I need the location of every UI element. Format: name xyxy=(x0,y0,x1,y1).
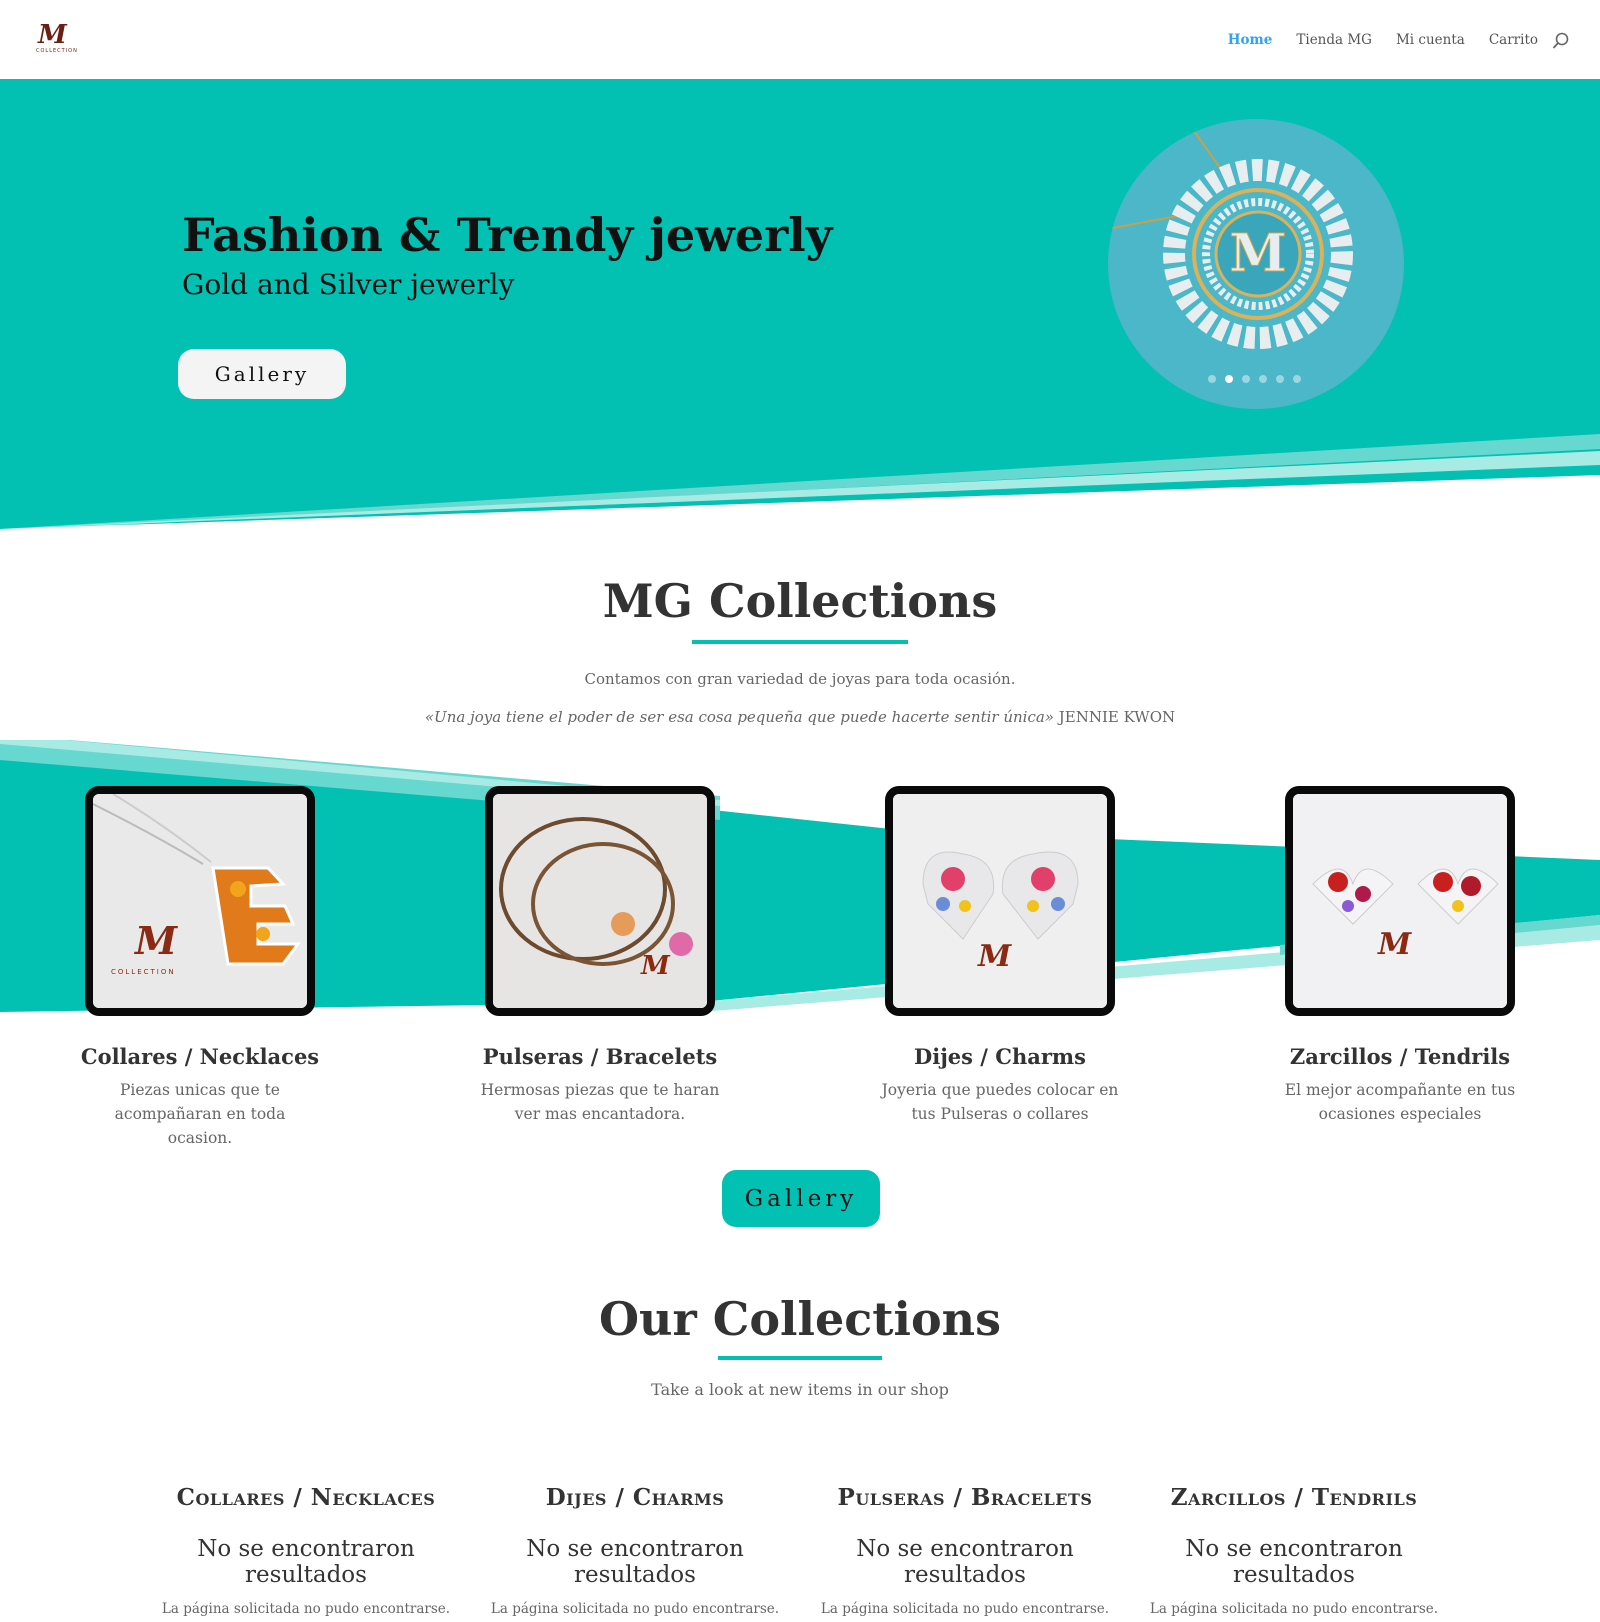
nav-home[interactable]: Home xyxy=(1228,32,1273,48)
quote-author: JENNIE KWON xyxy=(1058,708,1176,725)
slider-dot-3[interactable] xyxy=(1242,375,1250,383)
gallery-button[interactable]: Gallery xyxy=(722,1170,880,1227)
bracelet-photo: M xyxy=(493,794,707,1008)
slider-dot-4[interactable] xyxy=(1259,375,1267,383)
pendant-illustration: M xyxy=(1108,130,1353,349)
our-collections-title: Our Collections xyxy=(598,1292,1002,1346)
shop-title-necklaces[interactable]: Collares / Necklaces xyxy=(146,1484,466,1511)
main-nav: Home Tienda MG Mi cuenta Carrito xyxy=(1228,32,1538,48)
quote-text: «Una joya tiene el poder de ser esa cosa… xyxy=(424,708,1054,725)
shop-empty-bracelets: No se encontraron resultados xyxy=(856,1536,1074,1588)
hero-title: Fashion & Trendy jewerly xyxy=(182,208,833,262)
our-collections-subtitle: Take a look at new items in our shop xyxy=(651,1380,949,1399)
logo-subtitle: COLLECTION xyxy=(36,48,78,54)
category-desc-necklaces: Piezas unicas que te acompañaran en toda… xyxy=(114,1081,286,1147)
svg-text:M: M xyxy=(1377,927,1412,962)
nav-carrito[interactable]: Carrito xyxy=(1489,32,1538,48)
shop-note-charms: La página solicitada no pudo encontrarse… xyxy=(490,1601,780,1617)
our-title-underline xyxy=(718,1356,882,1360)
category-title-charms[interactable]: Dijes / Charms xyxy=(850,1044,1150,1069)
slider-dot-1[interactable] xyxy=(1208,375,1216,383)
svg-text:M: M xyxy=(977,939,1012,974)
search-icon[interactable] xyxy=(1552,32,1570,50)
slider-dots xyxy=(1208,375,1301,383)
category-image-tendrils[interactable]: M xyxy=(1285,786,1515,1016)
svg-text:M: M xyxy=(1229,223,1287,284)
hero-subtitle: Gold and Silver jewerly xyxy=(182,268,515,301)
category-image-bracelets[interactable]: M xyxy=(485,786,715,1016)
shop-title-charms[interactable]: Dijes / Charms xyxy=(475,1484,795,1511)
svg-text:M: M xyxy=(640,951,671,981)
category-image-charms[interactable]: M xyxy=(885,786,1115,1016)
mg-collections-text: Contamos con gran variedad de joyas para… xyxy=(584,670,1016,688)
slider-dot-5[interactable] xyxy=(1276,375,1284,383)
shop-note-bracelets: La página solicitada no pudo encontrarse… xyxy=(820,1601,1110,1617)
category-title-tendrils[interactable]: Zarcillos / Tendrils xyxy=(1250,1044,1550,1069)
slider-dot-2[interactable] xyxy=(1225,375,1233,383)
mg-title-underline xyxy=(692,640,908,644)
earrings-photo: M xyxy=(1293,794,1507,1008)
shop-empty-tendrils: No se encontraron resultados xyxy=(1185,1536,1403,1588)
site-logo[interactable]: M COLLECTION xyxy=(34,20,78,56)
shop-empty-necklaces: No se encontraron resultados xyxy=(197,1536,415,1588)
shop-empty-charms: No se encontraron resultados xyxy=(526,1536,744,1588)
nav-tienda[interactable]: Tienda MG xyxy=(1296,32,1372,48)
category-desc-bracelets: Hermosas piezas que te haran ver mas enc… xyxy=(480,1081,720,1123)
nav-mi-cuenta[interactable]: Mi cuenta xyxy=(1396,32,1465,48)
shop-title-bracelets[interactable]: Pulseras / Bracelets xyxy=(805,1484,1125,1511)
slider-dot-6[interactable] xyxy=(1293,375,1301,383)
hero-gallery-button[interactable]: Gallery xyxy=(178,349,346,399)
category-desc-charms: Joyeria que puedes colocar en tus Pulser… xyxy=(881,1081,1119,1123)
necklace-photo: M COLLECTION xyxy=(93,794,307,1008)
shop-note-tendrils: La página solicitada no pudo encontrarse… xyxy=(1149,1601,1439,1617)
shop-note-necklaces: La página solicitada no pudo encontrarse… xyxy=(161,1601,451,1617)
charms-photo: M xyxy=(893,794,1107,1008)
logo-mark: M xyxy=(38,20,67,50)
hero-slider-image: M xyxy=(1108,119,1404,409)
shop-title-tendrils[interactable]: Zarcillos / Tendrils xyxy=(1134,1484,1454,1511)
category-title-necklaces[interactable]: Collares / Necklaces xyxy=(50,1044,350,1069)
category-desc-tendrils: El mejor acompañante en tus ocasiones es… xyxy=(1284,1081,1516,1123)
mg-quote: «Una joya tiene el poder de ser esa cosa… xyxy=(0,708,1600,725)
site-header: M COLLECTION Home Tienda MG Mi cuenta Ca… xyxy=(0,0,1600,79)
category-title-bracelets[interactable]: Pulseras / Bracelets xyxy=(450,1044,750,1069)
hero-section: Fashion & Trendy jewerly Gold and Silver… xyxy=(0,79,1600,529)
mg-collections-title: MG Collections xyxy=(602,574,998,628)
category-image-necklaces[interactable]: M COLLECTION xyxy=(85,786,315,1016)
svg-text:M: M xyxy=(133,918,178,963)
svg-text:COLLECTION: COLLECTION xyxy=(111,968,176,976)
